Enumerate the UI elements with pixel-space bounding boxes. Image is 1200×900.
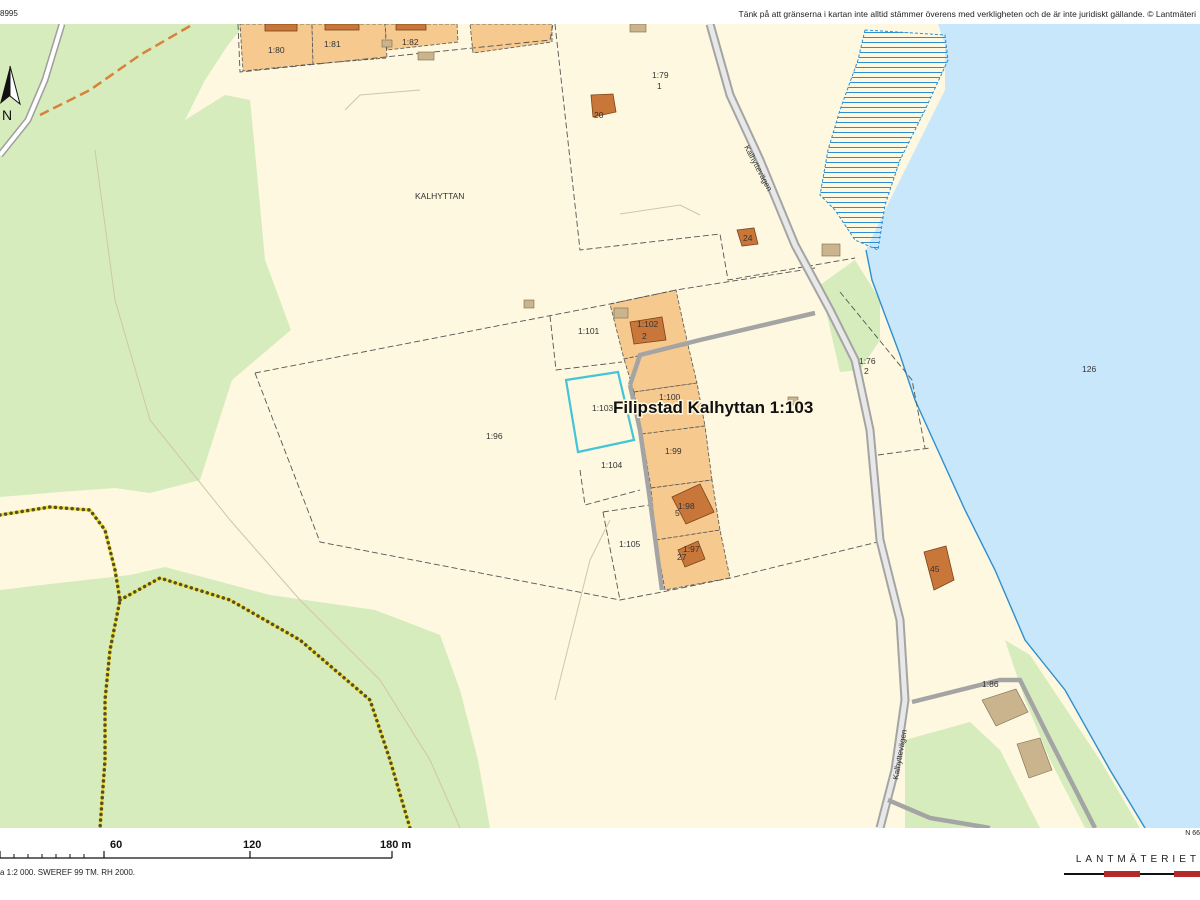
parcel-label: 1:98 bbox=[678, 501, 695, 511]
parcel-label: 1:79 bbox=[652, 70, 669, 80]
house-number: 20 bbox=[594, 110, 604, 120]
area-name-label: KALHYTTAN bbox=[415, 191, 464, 201]
brand-logo: LANTMÄTERIET bbox=[1075, 854, 1200, 865]
parcel-label: 1:99 bbox=[665, 446, 682, 456]
parcel-number: 2 bbox=[864, 366, 869, 376]
parcel-label: 1:76 bbox=[859, 356, 876, 366]
parcel-label: 1:86 bbox=[982, 679, 999, 689]
parcel-label: 1:82 bbox=[402, 37, 419, 47]
scale-label: 60 bbox=[110, 839, 123, 851]
parcel-label: 1:81 bbox=[324, 39, 341, 49]
house-number: 24 bbox=[743, 233, 753, 243]
document-id: 8995 bbox=[0, 9, 18, 18]
coordinate-readout: N 66 bbox=[1185, 830, 1200, 837]
parcel-label: 1:102 bbox=[637, 319, 659, 329]
disclaimer-text: Tänk på att gränserna i kartan inte allt… bbox=[738, 9, 1196, 19]
parcel-label: 1:105 bbox=[619, 539, 641, 549]
property-title: Filipstad Kalhyttan 1:103 bbox=[613, 398, 813, 417]
parcel-label: 1:96 bbox=[486, 431, 503, 441]
scale-label: 120 bbox=[243, 839, 262, 851]
house-number: 45 bbox=[930, 564, 940, 574]
map-footer: 60 120 180 m a 1:2 000. SWEREF 99 TM. RH… bbox=[0, 828, 1200, 900]
map-canvas[interactable]: N 1:80 1:81 1:82 1:79 1 20 KALHYTTAN 24 … bbox=[0, 24, 1200, 828]
house-number: 5 bbox=[675, 508, 680, 518]
house-number: 27 bbox=[677, 552, 687, 562]
map-header: 8995 Tänk på att gränserna i kartan inte… bbox=[0, 0, 1200, 24]
parcel-label: 1:104 bbox=[601, 460, 623, 470]
scale-label: 180 m bbox=[380, 839, 412, 851]
north-label: N bbox=[2, 107, 12, 123]
brand-stripe bbox=[1064, 871, 1200, 877]
parcel-label: 1:101 bbox=[578, 326, 600, 336]
house-number: 2 bbox=[642, 331, 647, 341]
lake-label: 126 bbox=[1082, 364, 1096, 374]
parcel-number: 1 bbox=[657, 81, 662, 91]
scale-info: a 1:2 000. SWEREF 99 TM. RH 2000. bbox=[0, 868, 136, 877]
scale-bar bbox=[0, 851, 393, 859]
parcel-label: 1:103 bbox=[592, 403, 614, 413]
parcel-label: 1:80 bbox=[268, 45, 285, 55]
